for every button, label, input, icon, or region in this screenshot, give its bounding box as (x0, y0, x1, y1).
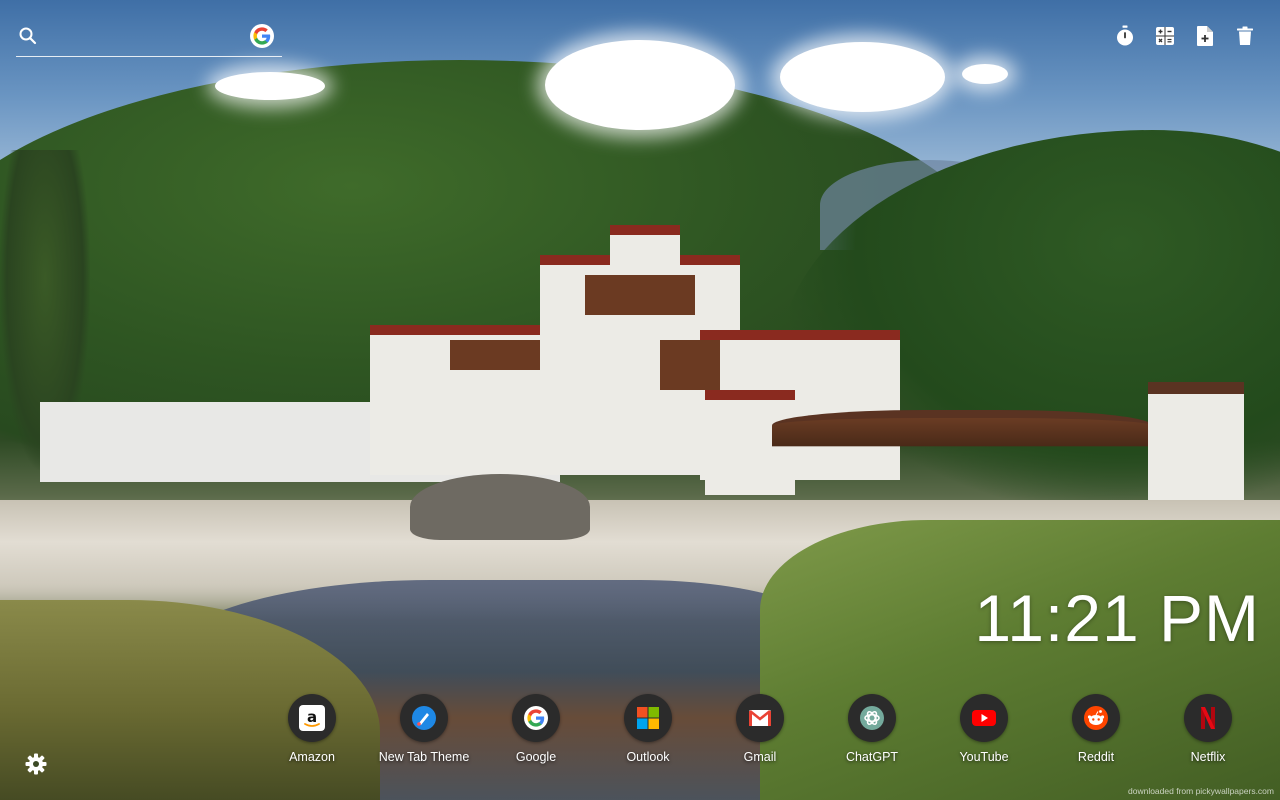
watermark: downloaded from pickywallpapers.com (1128, 786, 1274, 796)
background-cloud (962, 64, 1008, 84)
shortcut-label: Google (515, 750, 557, 764)
shortcut-label: Outlook (626, 750, 670, 764)
background-bridge (772, 410, 1152, 488)
new-tab-page: 11:21 PM a Amazon New Tab Theme Google O… (0, 0, 1280, 800)
svg-text:a: a (307, 708, 317, 726)
amazon-icon: a (288, 694, 336, 742)
background-tower (1148, 382, 1244, 512)
shortcut-amazon[interactable]: a Amazon (256, 694, 368, 774)
shortcut-new-tab-theme[interactable]: New Tab Theme (368, 694, 480, 774)
shortcut-chatgpt[interactable]: ChatGPT (816, 694, 928, 774)
top-toolbar (1114, 24, 1256, 48)
search-input[interactable] (48, 24, 252, 52)
new-tab-theme-icon (400, 694, 448, 742)
google-icon[interactable] (250, 24, 274, 48)
timer-icon[interactable] (1114, 24, 1136, 48)
shortcut-label: Gmail (743, 750, 777, 764)
shortcut-reddit[interactable]: Reddit (1040, 694, 1152, 774)
shortcut-label: Reddit (1077, 750, 1115, 764)
shortcut-google[interactable]: Google (480, 694, 592, 774)
shortcut-gmail[interactable]: Gmail (704, 694, 816, 774)
shortcut-bar: a Amazon New Tab Theme Google Outlook Gm… (256, 694, 1264, 774)
calculator-icon[interactable] (1154, 24, 1176, 48)
shortcut-label: YouTube (959, 750, 1009, 764)
gmail-icon (736, 694, 784, 742)
shortcut-label: New Tab Theme (378, 750, 470, 764)
background-cloud (780, 42, 945, 112)
shortcut-netflix[interactable]: Netflix (1152, 694, 1264, 774)
trash-icon[interactable] (1234, 24, 1256, 48)
netflix-icon (1184, 694, 1232, 742)
shortcut-label: Amazon (289, 750, 335, 764)
shortcut-outlook[interactable]: Outlook (592, 694, 704, 774)
chatgpt-icon (848, 694, 896, 742)
clock: 11:21 PM (974, 581, 1260, 655)
youtube-icon (960, 694, 1008, 742)
search-bar (16, 20, 282, 57)
shortcut-label: Netflix (1190, 750, 1226, 764)
shortcut-label: ChatGPT (845, 750, 899, 764)
google-icon (512, 694, 560, 742)
file-add-icon[interactable] (1194, 24, 1216, 48)
background-cloud (545, 40, 735, 130)
search-icon (18, 26, 38, 46)
microsoft-icon (624, 694, 672, 742)
gear-icon[interactable] (24, 752, 48, 776)
shortcut-youtube[interactable]: YouTube (928, 694, 1040, 774)
background-rock (410, 474, 590, 540)
background-cloud (215, 72, 325, 100)
reddit-icon (1072, 694, 1120, 742)
